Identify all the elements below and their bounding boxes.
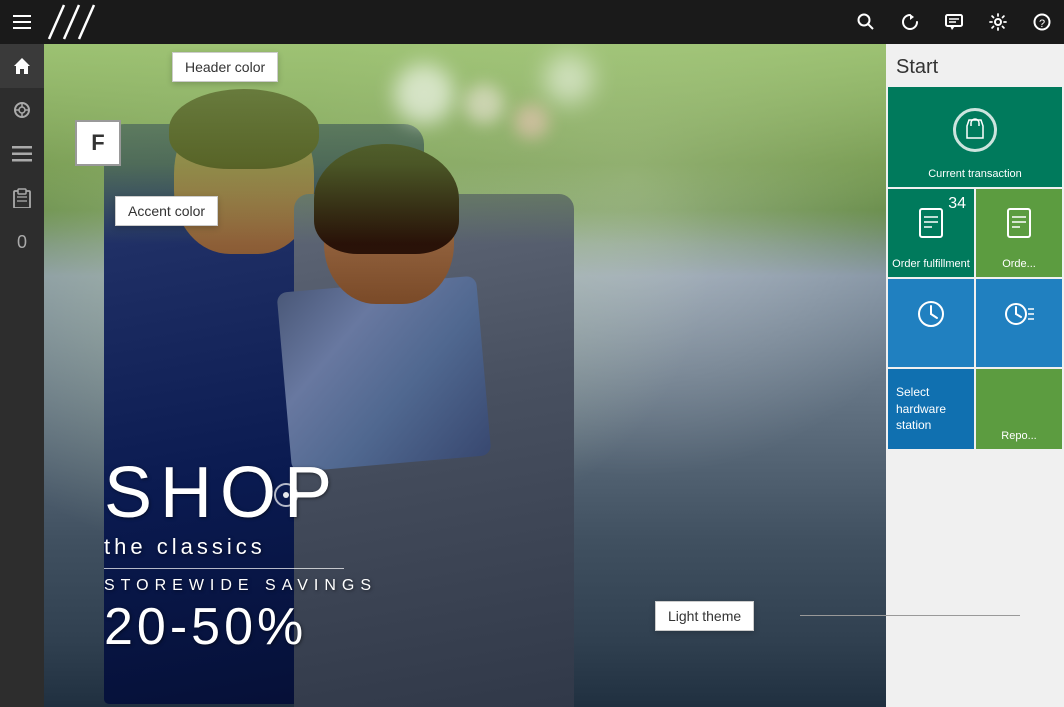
document-icon	[917, 208, 945, 240]
shop-percent: 20-50%	[104, 597, 377, 657]
tile-order-fulfillment-label: Order fulfillment	[888, 257, 974, 271]
tile-clock2[interactable]	[976, 279, 1062, 367]
top-bar-right: ?	[844, 0, 1064, 44]
tile-select-hardware[interactable]: Select hardware station	[888, 369, 974, 449]
shop-savings: storewide savings	[104, 577, 377, 595]
light-theme-tooltip: Light theme	[655, 601, 754, 631]
top-bar-left	[0, 0, 424, 44]
sidebar-item-catalog[interactable]	[0, 88, 44, 132]
light-theme-line	[800, 615, 1020, 616]
help-button[interactable]: ?	[1020, 0, 1064, 44]
tile-report-label: Repo...	[976, 429, 1062, 443]
document-icon-2	[1005, 208, 1033, 240]
top-bar: ?	[0, 0, 1064, 44]
panel-title: Start	[886, 44, 1064, 87]
sidebar-item-count[interactable]: 0	[0, 220, 44, 264]
f-icon: F	[75, 120, 121, 166]
bag-icon	[953, 108, 997, 152]
tiles-grid: Current transaction 34 Order fulfillment…	[886, 87, 1064, 449]
map-pin	[274, 483, 298, 507]
tile-clock1[interactable]	[888, 279, 974, 367]
shop-title: SHOP	[104, 457, 377, 529]
order-fulfillment-badge: 34	[948, 195, 966, 213]
tile-order-fulfillment[interactable]: 34 Order fulfillment	[888, 189, 974, 277]
accent-color-tooltip: Accent color	[115, 196, 218, 226]
sidebar-item-menu[interactable]	[0, 132, 44, 176]
tile-report[interactable]: Repo...	[976, 369, 1062, 449]
tile-order-right-label: Orde...	[976, 257, 1062, 271]
header-color-tooltip: Header color	[172, 52, 278, 82]
sidebar-item-orders[interactable]	[0, 176, 44, 220]
refresh-button[interactable]	[888, 0, 932, 44]
sidebar-item-home[interactable]	[0, 44, 44, 88]
clock-icon	[916, 299, 946, 329]
hamburger-button[interactable]	[0, 0, 44, 44]
shop-subtitle: the classics	[104, 534, 377, 560]
sidebar: 0	[0, 44, 44, 707]
sidebar-count-label: 0	[17, 232, 27, 253]
tile-hardware-label: Select hardware station	[888, 376, 974, 442]
clock-list-icon	[1004, 299, 1034, 329]
tile-order-right[interactable]: Orde...	[976, 189, 1062, 277]
search-button[interactable]	[844, 0, 888, 44]
store-logo	[44, 0, 424, 44]
comment-button[interactable]	[932, 0, 976, 44]
tile-current-transaction-label: Current transaction	[888, 167, 1062, 181]
right-panel: Start Current transaction 34 Order fulfi…	[886, 44, 1064, 707]
shop-text: SHOP the classics storewide savings 20-5…	[104, 457, 377, 657]
tile-current-transaction[interactable]: Current transaction	[888, 87, 1062, 187]
main-content: SHOP the classics storewide savings 20-5…	[44, 44, 886, 707]
svg-text:?: ?	[1039, 18, 1045, 30]
settings-button[interactable]	[976, 0, 1020, 44]
